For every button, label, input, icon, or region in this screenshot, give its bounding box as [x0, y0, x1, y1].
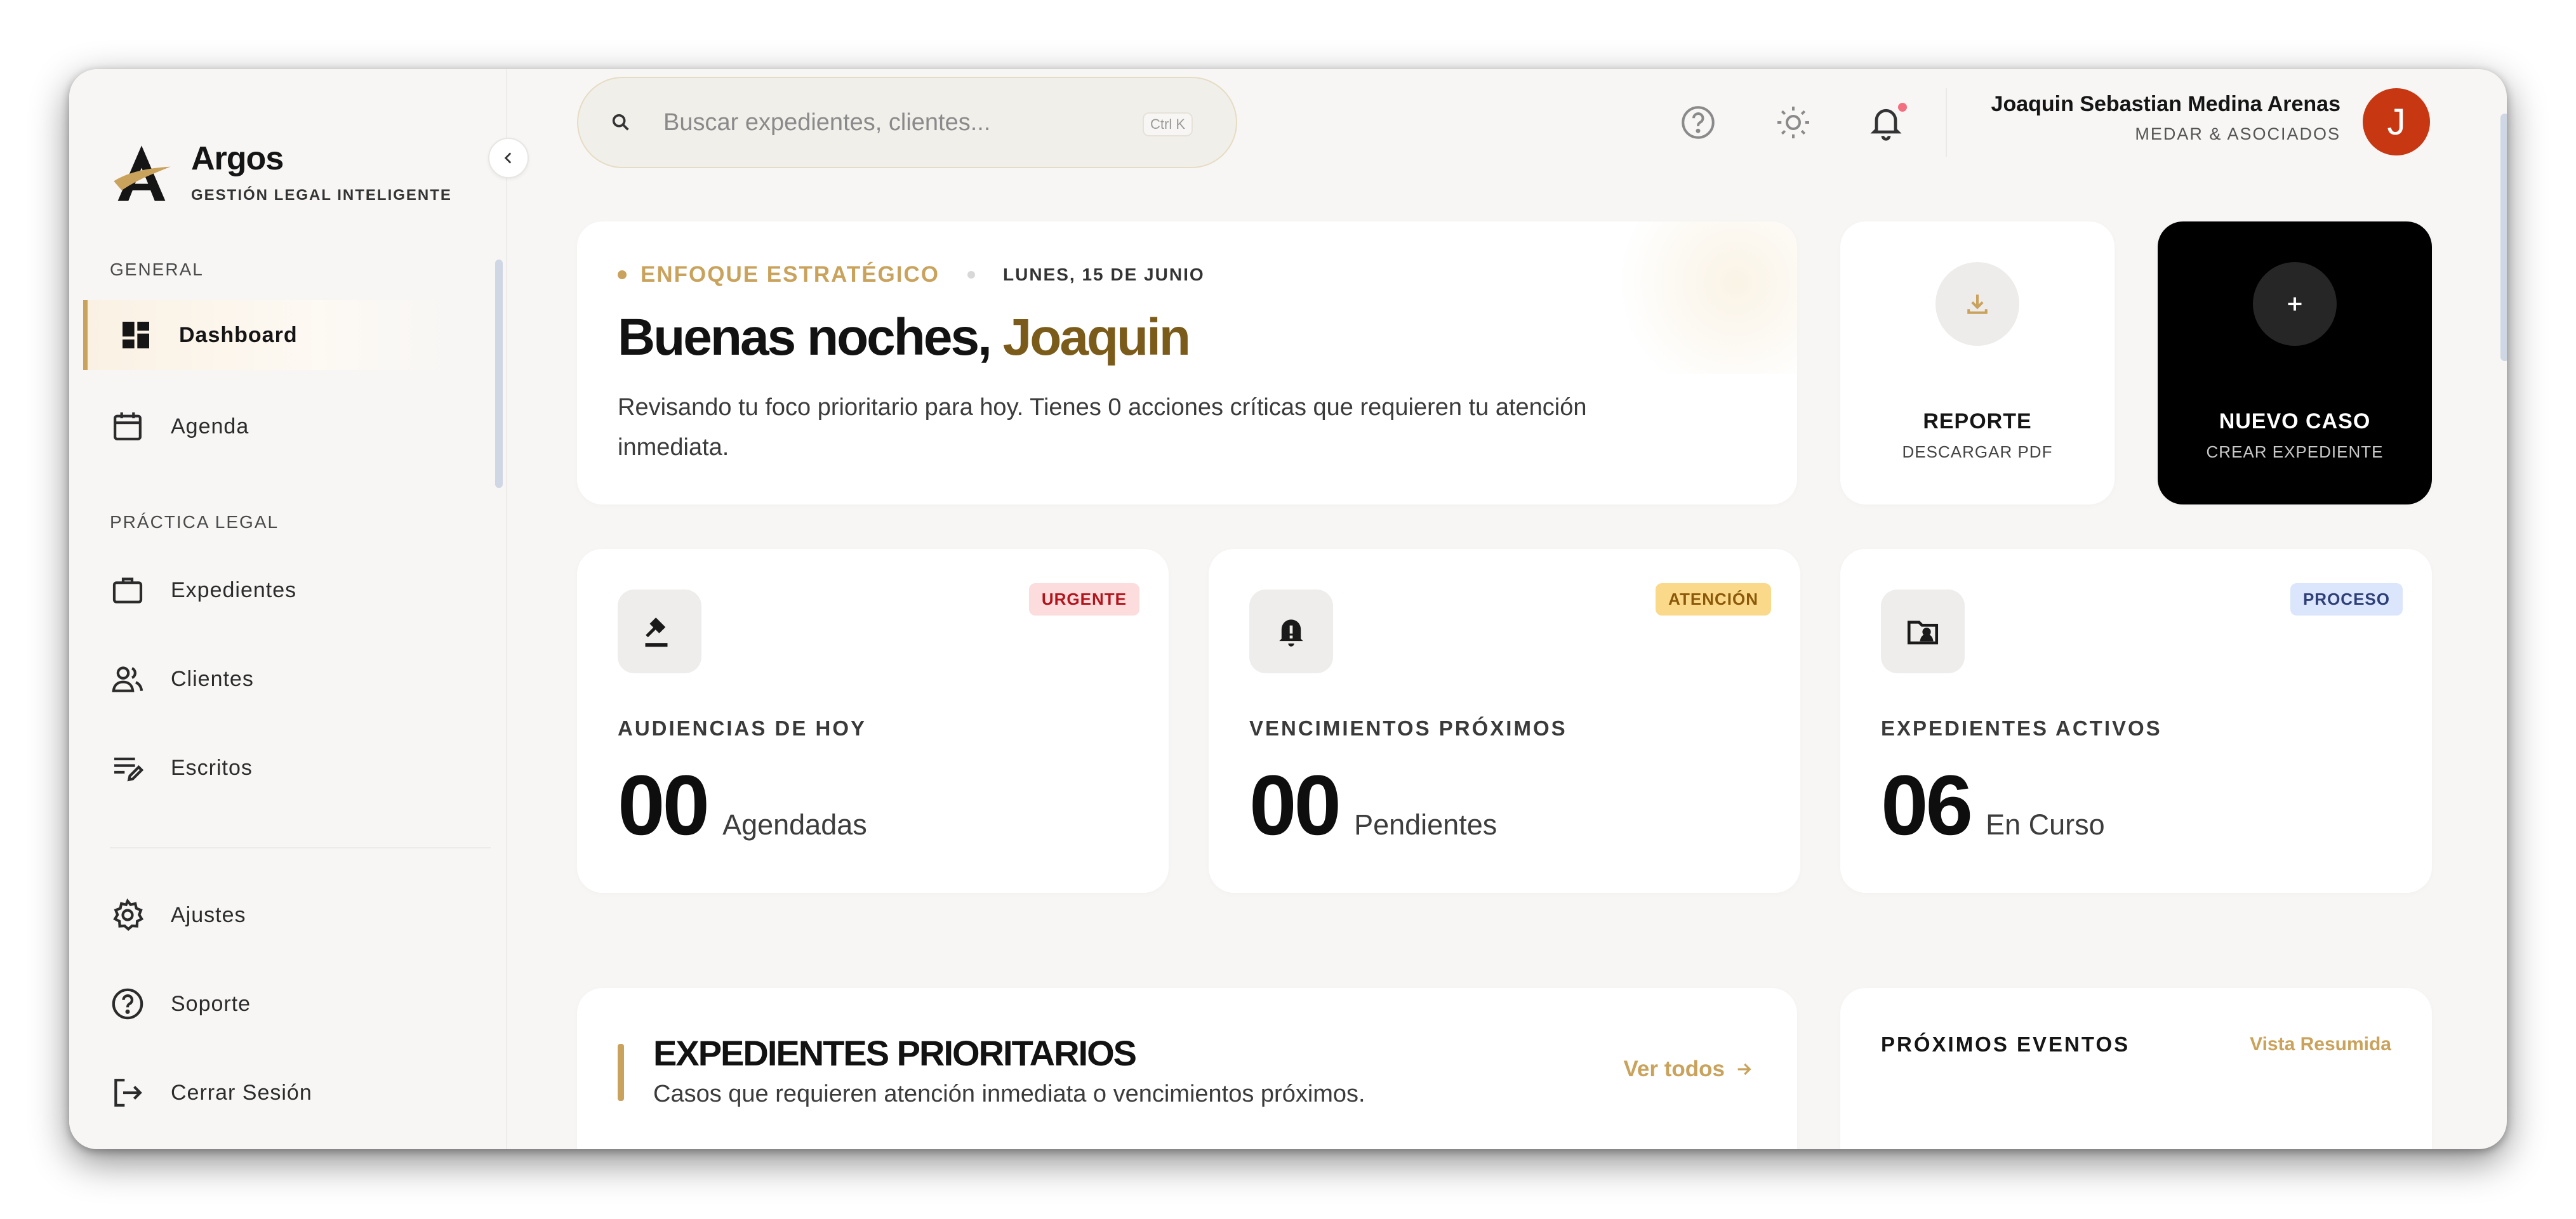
- sidebar-item-ajustes[interactable]: Ajustes: [110, 880, 465, 950]
- sidebar-item-label: Clientes: [171, 666, 254, 691]
- status-badge: PROCESO: [2290, 583, 2403, 616]
- stat-value: 06: [1881, 758, 1973, 853]
- section-label-practice: PRÁCTICA LEGAL: [110, 512, 279, 532]
- stat-value: 00: [1249, 758, 1341, 853]
- separator-dot: [967, 271, 975, 279]
- user-name: Joaquin Sebastian Medina Arenas: [1991, 92, 2340, 116]
- logout-icon: [114, 1079, 142, 1107]
- sidebar-item-label: Cerrar Sesión: [171, 1080, 312, 1105]
- sidebar-item-label: Ajustes: [171, 902, 246, 927]
- sidebar-item-soporte[interactable]: Soporte: [110, 969, 465, 1039]
- users-icon: [112, 666, 143, 692]
- gear-icon: [113, 898, 144, 931]
- accent-dot: [618, 270, 627, 279]
- greeting-name: Joaquin: [1002, 308, 1191, 366]
- sidebar-item-clientes[interactable]: Clientes: [110, 644, 465, 714]
- gavel-icon: [645, 617, 668, 647]
- report-title: REPORTE: [1923, 409, 2032, 433]
- hero-date: LUNES, 15 DE JUNIO: [1003, 265, 1205, 284]
- briefcase-icon: [112, 577, 143, 603]
- topbar-divider: [1946, 88, 1947, 157]
- stat-unit: En Curso: [1986, 808, 2105, 841]
- stat-label: AUDIENCIAS DE HOY: [618, 716, 867, 740]
- sidebar-item-dashboard[interactable]: Dashboard: [83, 300, 470, 370]
- edit-notes-icon: [114, 757, 144, 782]
- brand[interactable]: Argos GESTIÓN LEGAL INTELIGENTE: [109, 140, 452, 206]
- upcoming-events-card: PRÓXIMOS EVENTOS Vista Resumida: [1840, 988, 2432, 1149]
- stat-label: VENCIMIENTOS PRÓXIMOS: [1249, 716, 1567, 740]
- new-case-title: NUEVO CASO: [2219, 409, 2371, 433]
- help-button-icon[interactable]: [1679, 103, 1717, 142]
- search-bar[interactable]: Buscar expedientes, clientes... Ctrl K: [577, 77, 1237, 168]
- stat-unit: Agendadas: [722, 808, 867, 841]
- hero-tag: ENFOQUE ESTRATÉGICO: [641, 262, 939, 287]
- search-icon: [612, 114, 629, 131]
- sidebar-divider: [110, 847, 491, 848]
- app-window: Argos GESTIÓN LEGAL INTELIGENTE GENERAL …: [69, 69, 2507, 1149]
- calendar-icon: [114, 412, 142, 440]
- add-button-circle: [2253, 262, 2337, 346]
- stat-card-audiencias[interactable]: URGENTE AUDIENCIAS DE HOY 00 Agendadas: [577, 549, 1169, 893]
- status-badge: URGENTE: [1028, 583, 1139, 616]
- user-info[interactable]: Joaquin Sebastian Medina Arenas MEDAR & …: [1991, 92, 2340, 144]
- hero-card: ENFOQUE ESTRATÉGICO LUNES, 15 DE JUNIO B…: [577, 221, 1797, 504]
- avatar[interactable]: J: [2363, 88, 2430, 155]
- report-button[interactable]: REPORTE DESCARGAR PDF: [1840, 221, 2115, 504]
- new-case-button[interactable]: NUEVO CASO CREAR EXPEDIENTE: [2158, 221, 2432, 504]
- greeting-text: Buenas noches,: [618, 308, 992, 366]
- plus-icon: [2288, 297, 2302, 311]
- sidebar-item-escritos[interactable]: Escritos: [110, 733, 465, 803]
- sidebar-item-label: Agenda: [171, 414, 249, 438]
- sidebar-item-label: Escritos: [171, 755, 253, 780]
- status-badge: ATENCIÓN: [1656, 583, 1771, 616]
- bell-alert-icon: [1279, 619, 1303, 647]
- download-button-circle: [1935, 262, 2019, 346]
- sidebar-item-expedientes[interactable]: Expedientes: [110, 555, 465, 625]
- arrow-right-icon: [1737, 1063, 1751, 1076]
- section-label-general: GENERAL: [110, 260, 204, 279]
- brand-name: Argos: [191, 140, 284, 177]
- events-title: PRÓXIMOS EVENTOS: [1881, 1032, 2130, 1056]
- argos-logo-icon: [114, 145, 171, 201]
- accent-bar: [618, 1044, 624, 1101]
- sidebar-scrollbar[interactable]: [495, 260, 503, 488]
- help-icon: [112, 988, 143, 1020]
- theme-toggle-sun-icon[interactable]: [1774, 103, 1812, 142]
- stat-card-expedientes-activos[interactable]: PROCESO EXPEDIENTES ACTIVOS 06 En Curso: [1840, 549, 2432, 893]
- report-subtitle: DESCARGAR PDF: [1902, 442, 2053, 461]
- user-org: MEDAR & ASOCIADOS: [2135, 124, 2340, 143]
- stat-value: 00: [618, 758, 710, 853]
- notification-dot: [1896, 101, 1909, 114]
- section-title: EXPEDIENTES PRIORITARIOS: [653, 1033, 1137, 1073]
- stat-unit: Pendientes: [1354, 808, 1497, 841]
- sidebar: Argos GESTIÓN LEGAL INTELIGENTE GENERAL …: [69, 69, 507, 1149]
- summary-view-link[interactable]: Vista Resumida: [2250, 1034, 2391, 1055]
- download-icon: [1967, 294, 1988, 314]
- folder-user-icon: [1907, 621, 1939, 645]
- chevron-left-icon: [504, 152, 512, 164]
- sidebar-item-agenda[interactable]: Agenda: [110, 392, 465, 461]
- stat-card-vencimientos[interactable]: ATENCIÓN VENCIMIENTOS PRÓXIMOS 00 Pendie…: [1209, 549, 1800, 893]
- sidebar-item-label: Dashboard: [179, 322, 298, 347]
- dashboard-icon: [123, 322, 149, 348]
- sidebar-item-label: Expedientes: [171, 577, 297, 602]
- brand-tagline: GESTIÓN LEGAL INTELIGENTE: [191, 187, 452, 204]
- sidebar-item-cerrar-sesion[interactable]: Cerrar Sesión: [110, 1058, 465, 1128]
- priority-cases-card: EXPEDIENTES PRIORITARIOS Casos que requi…: [577, 988, 1797, 1149]
- page-title: Buenas noches, Joaquin: [618, 308, 1191, 367]
- sidebar-item-label: Soporte: [171, 991, 251, 1016]
- view-all-link[interactable]: Ver todos: [1624, 1057, 1754, 1082]
- hero-description: Revisando tu foco prioritario para hoy. …: [618, 394, 1587, 461]
- stat-label: EXPEDIENTES ACTIVOS: [1881, 716, 2162, 740]
- main-scrollbar[interactable]: [2500, 114, 2507, 361]
- new-case-subtitle: CREAR EXPEDIENTE: [2206, 442, 2384, 461]
- section-subtitle: Casos que requieren atención inmediata o…: [653, 1081, 1365, 1107]
- view-all-label: Ver todos: [1623, 1057, 1725, 1081]
- collapse-sidebar-button[interactable]: [488, 138, 529, 178]
- search-shortcut: Ctrl K: [1143, 112, 1193, 136]
- search-input[interactable]: Buscar expedientes, clientes...: [663, 109, 990, 136]
